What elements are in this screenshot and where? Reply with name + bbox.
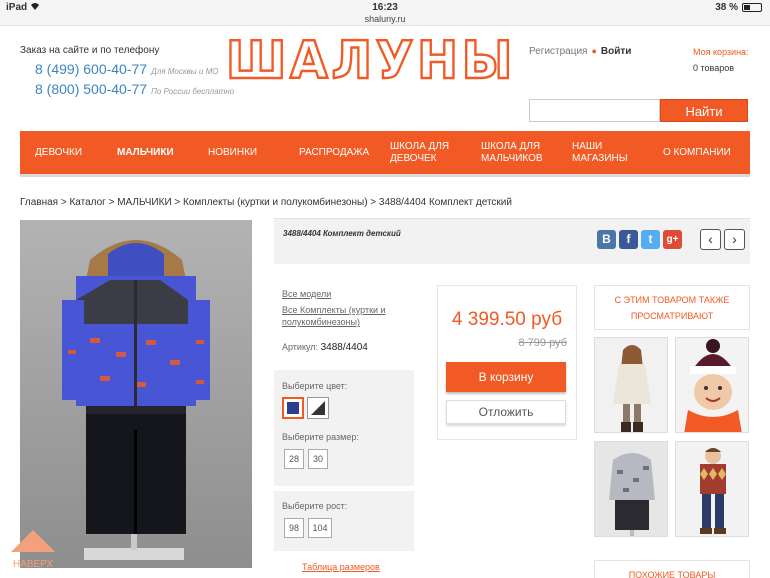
svg-text:ШАЛУНЫ: ШАЛУНЫ [226,34,516,84]
category-link[interactable]: Все Комплекты (куртки и полукомбинезоны) [282,304,412,328]
nav-item-boys[interactable]: МАЛЬЧИКИ [117,131,174,174]
search-button[interactable]: Найти [660,99,748,122]
phone-moscow[interactable]: 8 (499) 600-40-77 Для Москвы и МО [35,61,218,77]
size-table-link[interactable]: Таблица размеров [302,562,380,572]
height-label: Выберите рост: [282,501,348,511]
related-product-2[interactable] [675,337,749,433]
chevron-right-icon: › [732,231,737,247]
main-nav: ДЕВОЧКИ МАЛЬЧИКИ НОВИНКИ РАСПРОДАЖА ШКОЛ… [20,131,750,177]
arrow-up-icon [11,530,55,552]
battery-icon [742,3,762,12]
twitter-icon[interactable]: t [641,230,660,249]
nav-item-stores[interactable]: НАШИ МАГАЗИНЫ [572,131,632,174]
add-to-cart-button[interactable]: В корзину [446,362,566,392]
vk-icon[interactable]: В [597,230,616,249]
defer-button[interactable]: Отложить [446,400,566,424]
site-logo[interactable]: ШАЛУНЫ [224,30,518,93]
similar-products-heading: ПОХОЖИЕ ТОВАРЫ [594,560,750,578]
cart-widget[interactable]: Моя корзина: 0 товаров [693,44,753,76]
product-title: 3488/4404 Комплект детский [283,229,401,238]
size-option-30[interactable]: 30 [308,449,328,469]
nav-item-new[interactable]: НОВИНКИ [208,131,257,174]
clock: 16:23 [372,2,398,13]
nav-item-school-boys[interactable]: ШКОЛА ДЛЯ МАЛЬЧИКОВ [481,131,547,174]
phone-russia[interactable]: 8 (800) 500-40-77 По России бесплатно [35,81,234,97]
color-label: Выберите цвет: [282,381,348,391]
color-swatch-black[interactable] [307,397,329,419]
chevron-left-icon: ‹ [708,231,713,247]
google-plus-icon[interactable]: g+ [663,230,682,249]
battery-percent: 38 % [715,2,738,13]
dot-icon: ● [591,46,597,56]
breadcrumb[interactable]: Главная > Каталог > МАЛЬЧИКИ > Комплекты… [20,197,512,208]
height-option-104[interactable]: 104 [308,518,332,538]
nav-item-sale[interactable]: РАСПРОДАЖА [299,131,369,174]
also-viewed-heading: С ЭТИМ ТОВАРОМ ТАКЖЕ ПРОСМАТРИВАЮТ [594,285,750,330]
prev-product-button[interactable]: ‹ [700,229,721,250]
nav-item-about[interactable]: О КОМПАНИИ [663,131,731,174]
color-swatch-navy[interactable] [282,397,304,419]
search-input[interactable] [529,99,660,122]
order-label: Заказ на сайте и по телефону [20,45,160,56]
product-image[interactable] [20,220,252,568]
cart-count: 0 товаров [693,63,735,73]
old-price: 8 799 руб [518,337,567,349]
cart-title: Моя корзина: [693,47,749,57]
register-link[interactable]: Регистрация [529,46,587,57]
article-line: Артикул: 3488/4404 [282,342,368,353]
status-bar: iPad 16:23 shaluny.ru 38 % [0,0,770,26]
size-option-28[interactable]: 28 [284,449,304,469]
all-models-link[interactable]: Все модели [282,289,331,299]
price: 4 399.50 руб [451,309,563,330]
back-to-top-label: НАВЕРХ [12,559,54,570]
article-label: Артикул: [282,342,319,352]
auth-links: Регистрация ● Войти [529,46,631,57]
related-product-3[interactable] [594,441,668,537]
facebook-icon[interactable]: f [619,230,638,249]
height-option-98[interactable]: 98 [284,518,304,538]
login-link[interactable]: Войти [601,46,632,57]
nav-item-school-girls[interactable]: ШКОЛА ДЛЯ ДЕВОЧЕК [390,131,456,174]
article-value: 3488/4404 [320,342,368,353]
size-label: Выберите размер: [282,432,359,442]
next-product-button[interactable]: › [724,229,745,250]
back-to-top-button[interactable]: НАВЕРХ [9,530,57,574]
related-product-4[interactable] [675,441,749,537]
url-label[interactable]: shaluny.ru [0,14,770,24]
nav-item-girls[interactable]: ДЕВОЧКИ [35,131,82,174]
related-product-1[interactable] [594,337,668,433]
